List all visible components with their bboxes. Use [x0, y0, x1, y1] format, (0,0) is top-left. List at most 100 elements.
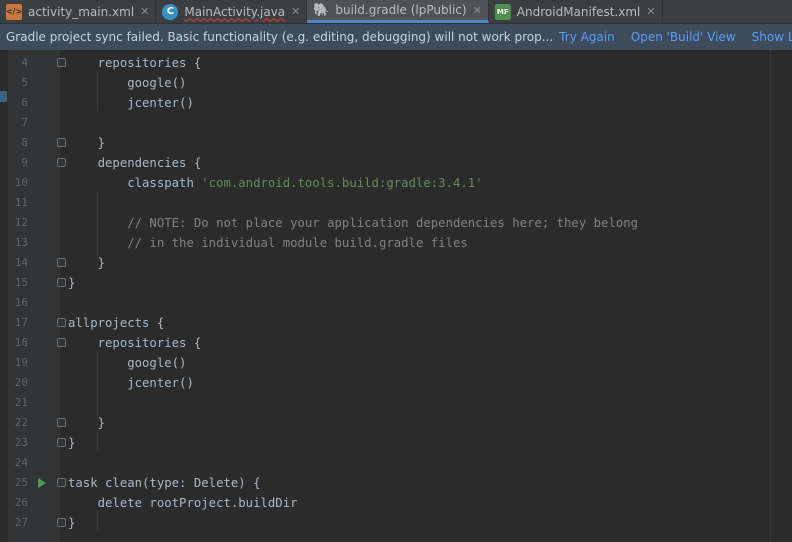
code-text: google()	[68, 356, 187, 370]
tab-activity_main-xml[interactable]: </> activity_main.xml ✕	[0, 0, 157, 23]
code-line: task clean(type: Delete) {	[68, 473, 261, 493]
code-line: google()	[68, 73, 186, 93]
line-number: 14	[14, 256, 28, 269]
line-number: 26	[14, 496, 28, 509]
fold-marker-icon[interactable]	[57, 258, 66, 267]
close-tab-icon[interactable]: ✕	[646, 5, 655, 18]
code-line: delete rootProject.buildDir	[68, 493, 298, 513]
line-number: 16	[14, 296, 28, 309]
line-number: 12	[14, 216, 28, 229]
indent-guide	[97, 351, 98, 451]
code-text: task clean(type: Delete) {	[68, 476, 261, 490]
code-text: jcenter()	[68, 376, 194, 390]
code-text: }	[68, 416, 106, 430]
line-number: 27	[14, 516, 28, 529]
tab-label: MainActivity.java	[184, 4, 286, 19]
tab-label: AndroidManifest.xml	[516, 4, 641, 19]
editor-scrollbar[interactable]	[771, 50, 792, 542]
code-text: jcenter()	[68, 96, 194, 110]
code-comment: // NOTE: Do not place your application d…	[68, 216, 639, 230]
code-text: }	[68, 276, 76, 290]
code-line: }	[68, 273, 75, 293]
fold-marker-icon[interactable]	[57, 418, 66, 427]
fold-marker-icon[interactable]	[57, 438, 66, 447]
close-tab-icon[interactable]: ✕	[140, 5, 149, 18]
line-number: 13	[14, 236, 28, 249]
close-tab-icon[interactable]: ✕	[291, 5, 300, 18]
code-line: repositories {	[68, 53, 202, 73]
fold-marker-icon[interactable]	[57, 58, 66, 67]
tab-mainactivity-java[interactable]: C MainActivity.java ✕	[156, 0, 308, 23]
left-tool-strip	[0, 50, 8, 542]
code-line: // in the individual module build.gradle…	[68, 233, 468, 253]
code-text: delete rootProject.buildDir	[68, 496, 298, 510]
fold-marker-icon[interactable]	[57, 138, 66, 147]
try-again-link[interactable]: Try Again	[559, 30, 615, 44]
line-number: 21	[14, 396, 28, 409]
open-build-view-link[interactable]: Open 'Build' View	[631, 30, 736, 44]
fold-marker-icon[interactable]	[57, 478, 66, 487]
tool-window-marker[interactable]	[0, 91, 7, 102]
fold-marker-icon[interactable]	[57, 518, 66, 527]
code-text: dependencies {	[68, 156, 202, 170]
code-line: classpath 'com.android.tools.build:gradl…	[68, 173, 483, 193]
gradle-sync-notification: Gradle project sync failed. Basic functi…	[0, 24, 792, 50]
code-line: allprojects {	[68, 313, 164, 333]
code-line: // NOTE: Do not place your application d…	[68, 213, 638, 233]
java-class-icon: C	[162, 3, 179, 20]
fold-marker-icon[interactable]	[57, 158, 66, 167]
code-line: }	[68, 413, 105, 433]
tab-label: build.gradle (lpPublic)	[335, 3, 467, 17]
code-line: }	[68, 433, 75, 453]
code-text: google()	[68, 76, 187, 90]
code-line: }	[68, 253, 105, 273]
code-line: google()	[68, 353, 186, 373]
code-line: dependencies {	[68, 153, 202, 173]
tab-label: activity_main.xml	[28, 4, 135, 19]
xml-file-icon: </>	[6, 3, 22, 20]
code-line: repositories {	[68, 333, 202, 353]
tab-build-gradle[interactable]: 🐘 build.gradle (lpPublic) ✕	[307, 0, 489, 23]
line-number: 18	[14, 336, 28, 349]
line-number: 11	[14, 196, 28, 209]
show-log-link[interactable]: Show Log in Explorer	[752, 30, 792, 44]
close-tab-icon[interactable]: ✕	[473, 4, 482, 17]
run-task-icon[interactable]	[38, 478, 46, 488]
line-number: 17	[14, 316, 28, 329]
line-number: 22	[14, 416, 28, 429]
code-text: }	[68, 436, 76, 450]
code-line: jcenter()	[68, 93, 194, 113]
line-number: 8	[21, 136, 28, 149]
line-number: 6	[21, 96, 28, 109]
line-number: 25	[14, 476, 28, 489]
line-number: 10	[14, 176, 28, 189]
fold-marker-icon[interactable]	[57, 338, 66, 347]
line-number: 19	[14, 356, 28, 369]
code-line: jcenter()	[68, 373, 194, 393]
code-text: allprojects {	[68, 316, 165, 330]
line-number: 24	[14, 456, 28, 469]
indent-guide	[97, 71, 98, 111]
editor-tabs: </> activity_main.xml ✕ C MainActivity.java ✕…	[0, 0, 792, 24]
tab-androidmanifest-xml[interactable]: MF AndroidManifest.xml ✕	[489, 0, 663, 23]
line-number: 4	[21, 56, 28, 69]
code-line: }	[68, 133, 105, 153]
line-number: 20	[14, 376, 28, 389]
fold-marker-icon[interactable]	[57, 318, 66, 327]
code-line: }	[68, 513, 75, 533]
line-number: 15	[14, 276, 28, 289]
code-comment: // in the individual module build.gradle…	[68, 236, 468, 250]
code-text: }	[68, 256, 106, 270]
code-text: repositories {	[68, 336, 202, 350]
notification-message: Gradle project sync failed. Basic functi…	[6, 30, 554, 44]
code-editor[interactable]	[60, 50, 770, 542]
indent-guide	[97, 191, 98, 271]
code-text: repositories {	[68, 56, 202, 70]
fold-marker-icon[interactable]	[57, 278, 66, 287]
code-text: classpath	[68, 176, 202, 190]
code-text: }	[68, 516, 76, 530]
gradle-icon: 🐘	[313, 2, 330, 18]
manifest-icon: MF	[494, 3, 511, 20]
code-string: 'com.android.tools.build:gradle:3.4.1'	[201, 176, 483, 190]
indent-guide	[97, 511, 98, 531]
